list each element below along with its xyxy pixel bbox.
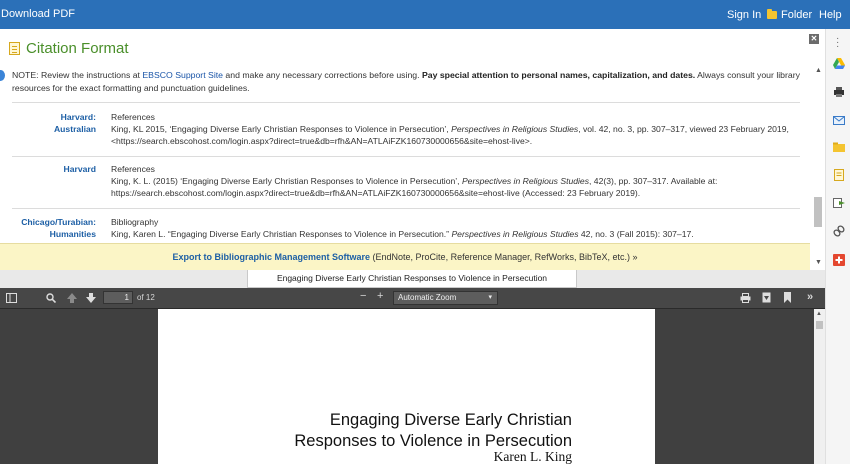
divider <box>12 102 800 103</box>
export-icon[interactable] <box>833 197 845 209</box>
email-icon[interactable] <box>833 114 845 126</box>
export-bar: Export to Bibliographic Management Softw… <box>0 243 810 270</box>
pdf-document-author: Karen L. King <box>493 449 572 464</box>
pdf-scrollbar[interactable]: ▲ <box>814 309 825 464</box>
citation-title-row: Citation Format <box>9 40 129 57</box>
scroll-up-arrow-icon[interactable]: ▲ <box>815 67 822 74</box>
citation-note: NOTE: Review the instructions at EBSCO S… <box>12 70 800 93</box>
panel-title: Citation Format <box>26 40 129 57</box>
printer-icon[interactable] <box>833 86 845 98</box>
download-pdf-link[interactable]: Download PDF <box>1 8 75 20</box>
page-count: of 12 <box>137 293 155 302</box>
citation-text[interactable]: References King, KL 2015, ‘Engaging Dive… <box>111 111 791 147</box>
folder-link[interactable]: Folder <box>767 9 812 21</box>
citation-text[interactable]: Bibliography King, Karen L. “Engaging Di… <box>111 216 791 240</box>
folder-add-icon[interactable] <box>833 141 845 153</box>
pdf-document-title: Engaging Diverse Early Christian Respons… <box>294 411 572 450</box>
bookmark-icon[interactable] <box>784 292 791 303</box>
citation-scrollbar[interactable]: ▲ ▼ <box>812 59 825 269</box>
top-bar: Download PDF Sign In Folder Help <box>0 0 850 29</box>
sidebar-toggle-icon[interactable] <box>6 293 17 303</box>
zoom-select[interactable]: Automatic Zoom ▾ <box>393 291 498 305</box>
citation-style-label: Harvard <box>63 164 96 174</box>
scroll-thumb[interactable] <box>816 321 823 329</box>
scroll-thumb[interactable] <box>814 197 822 227</box>
pdf-document-tab[interactable]: Engaging Diverse Early Christian Respons… <box>247 270 577 288</box>
divider <box>12 156 800 157</box>
citation-style-label: Harvard: Australian <box>53 112 96 134</box>
export-bibliographic-link[interactable]: Export to Bibliographic Management Softw… <box>173 252 371 262</box>
previous-page-icon[interactable] <box>67 293 77 303</box>
divider <box>12 208 800 209</box>
folder-icon <box>767 9 777 19</box>
permalink-icon[interactable] <box>833 225 845 237</box>
download-icon[interactable] <box>762 292 771 303</box>
folder-label: Folder <box>781 9 813 21</box>
browser-side-panel: · · · <box>825 29 850 464</box>
next-page-icon[interactable] <box>86 293 96 303</box>
document-icon <box>9 42 20 55</box>
zoom-in-icon[interactable]: + <box>377 290 383 302</box>
citation-text[interactable]: References King, K. L. (2015) ‘Engaging … <box>111 163 791 199</box>
pdf-page: Engaging Diverse Early Christian Respons… <box>158 309 655 464</box>
pdf-tab-bar: Engaging Diverse Early Christian Respons… <box>0 270 825 288</box>
search-icon[interactable] <box>46 293 56 303</box>
info-marker <box>0 70 5 81</box>
ebsco-support-link[interactable]: EBSCO Support Site <box>142 70 223 80</box>
page-number-input[interactable]: 1 <box>103 291 133 304</box>
scroll-up-arrow-icon[interactable]: ▲ <box>816 311 822 317</box>
close-button[interactable]: ✕ <box>809 34 819 44</box>
scroll-down-arrow-icon[interactable]: ▼ <box>815 259 822 266</box>
pdf-viewer[interactable]: Engaging Diverse Early Christian Respons… <box>0 309 825 464</box>
chevron-down-icon: ▾ <box>488 294 492 301</box>
more-options-icon[interactable]: · · · <box>836 34 839 52</box>
pdf-toolbar: 1 of 12 − + Automatic Zoom ▾ » <box>0 288 825 309</box>
help-link[interactable]: Help <box>819 9 842 21</box>
share-add-icon[interactable] <box>833 254 845 266</box>
google-drive-icon[interactable] <box>833 58 845 70</box>
citation-icon[interactable] <box>833 169 845 181</box>
sign-in-link[interactable]: Sign In <box>727 9 761 21</box>
print-icon[interactable] <box>740 293 751 303</box>
citation-format-panel: Citation Format ✕ NOTE: Review the instr… <box>0 29 825 270</box>
citation-style-label: Chicago/Turabian: Humanities <box>21 217 96 239</box>
tools-chevron-icon[interactable]: » <box>807 291 813 303</box>
zoom-out-icon[interactable]: − <box>360 290 366 302</box>
